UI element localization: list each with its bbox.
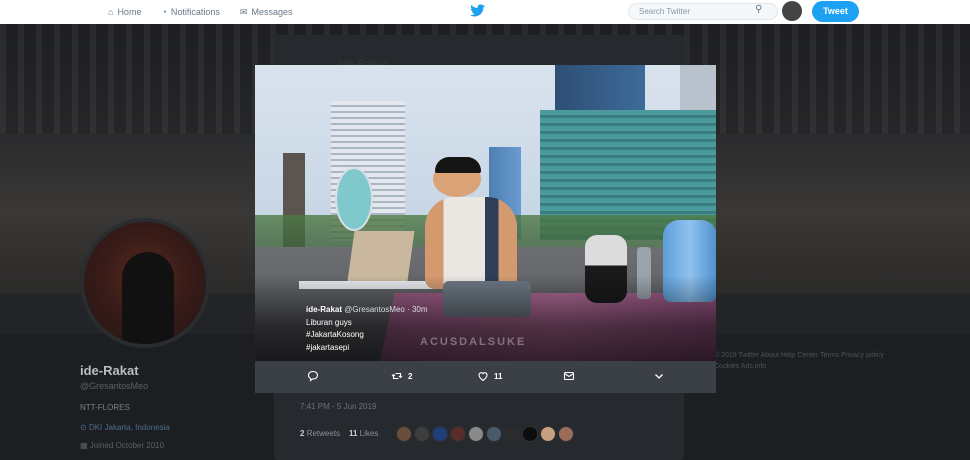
avatar-figure [122, 252, 174, 344]
footer-link[interactable]: Help Center [781, 352, 820, 359]
likes-count[interactable]: 11 [349, 429, 357, 438]
like-count: 11 [494, 371, 503, 381]
likers-avatars [396, 426, 576, 442]
liker-avatar[interactable] [558, 426, 574, 442]
footer-link[interactable]: Privacy policy [841, 352, 884, 359]
retweet-count: 2 [408, 371, 413, 381]
caption-handle[interactable]: @GresantosMeo [344, 305, 405, 314]
retweets-count[interactable]: 2 [300, 429, 304, 438]
profile-name: ide-Rakat [80, 363, 139, 378]
profile-location-text: DKI Jakarta, Indonesia [88, 423, 170, 432]
liker-avatar[interactable] [486, 426, 502, 442]
caption-hashtag[interactable]: #jakartasepi [306, 343, 349, 352]
liker-avatar[interactable] [522, 426, 538, 442]
caption-time[interactable]: · 30m [407, 305, 427, 314]
nav-messages[interactable]: ✉ Messages [240, 7, 293, 18]
liker-avatar[interactable] [504, 426, 520, 442]
search-icon[interactable]: ⚲ [755, 4, 762, 15]
image-laptop [347, 231, 415, 281]
footer-link[interactable]: Cookies [714, 363, 741, 370]
tweet-button[interactable]: Tweet [812, 1, 859, 22]
liker-avatar[interactable] [432, 426, 448, 442]
retweet-icon [391, 372, 403, 380]
profile-avatar[interactable] [80, 218, 210, 348]
nav-notifications[interactable]: ◔ Notifications [161, 7, 219, 17]
tweet-timestamp[interactable]: 7:41 PM - 5 Jun 2019 [300, 402, 377, 411]
profile-joined: ▦ Joined October 2010 [80, 441, 164, 450]
like-button[interactable]: 11 [477, 370, 502, 382]
chevron-down-icon [655, 374, 663, 379]
caption-author: ide-Rakat @GresantosMeo · 30m [306, 305, 428, 314]
account-avatar[interactable] [782, 1, 802, 21]
calendar-icon: ▦ [80, 441, 90, 450]
nav-home[interactable]: ⌂ Home [108, 7, 141, 17]
liker-avatar[interactable] [540, 426, 556, 442]
caption-hashtag[interactable]: #JakartaKosong [306, 330, 364, 339]
tweet-media-image[interactable] [255, 65, 716, 361]
likes-label: Likes [359, 429, 379, 438]
envelope-icon [563, 371, 575, 381]
liker-avatar[interactable] [450, 426, 466, 442]
bell-icon: ◔ [161, 7, 167, 17]
location-icon: ⊙ [80, 423, 89, 432]
home-icon: ⌂ [108, 7, 114, 17]
nav-notifications-label: Notifications [170, 7, 220, 17]
profile-location[interactable]: ⊙ DKI Jakarta, Indonesia [80, 423, 170, 432]
liker-avatar[interactable] [468, 426, 484, 442]
nav-messages-label: Messages [251, 7, 293, 17]
image-person-cap [435, 157, 481, 173]
page: ⌂ Home ◔ Notifications ✉ Messages Search… [0, 0, 970, 460]
close-icon: ✕ [944, 1, 962, 23]
retweets-label: Retweets [306, 429, 341, 438]
liker-avatar[interactable] [396, 426, 412, 442]
footer-links: © 2019 Twitter About Help Center Terms P… [714, 350, 884, 372]
reply-icon [307, 370, 319, 382]
direct-message-button[interactable] [563, 370, 575, 382]
tweet-stats: 2 Retweets 11 Likes [300, 429, 378, 438]
twitter-bird-icon[interactable] [470, 4, 486, 18]
profile-bio: NTT-FLORES [80, 403, 130, 412]
caption-name[interactable]: ide-Rakat [306, 305, 342, 314]
close-modal-button[interactable]: ✕ [942, 1, 964, 23]
heart-icon [478, 372, 488, 382]
profile-joined-text: Joined October 2010 [89, 441, 165, 450]
reply-button[interactable] [307, 370, 319, 382]
top-navigation: ⌂ Home ◔ Notifications ✉ Messages Search… [0, 0, 970, 24]
media-action-bar: 2 11 [255, 361, 716, 393]
profile-handle: @GresantosMeo [80, 381, 149, 391]
footer-link[interactable]: © 2019 Twitter [714, 352, 761, 359]
more-button[interactable] [653, 370, 665, 382]
footer-link[interactable]: Terms [820, 352, 841, 359]
footer-link[interactable]: About [761, 352, 781, 359]
image-watermark: ACUSDALSUKE [420, 336, 527, 348]
nav-home-label: Home [117, 7, 142, 17]
footer-link[interactable]: Ads info [741, 363, 766, 370]
image-tower-right [680, 65, 716, 110]
liker-avatar[interactable] [414, 426, 430, 442]
envelope-icon: ✉ [239, 6, 248, 17]
caption-text-line: Liburan guys [306, 318, 352, 327]
image-fan [335, 167, 373, 231]
retweet-button[interactable]: 2 [391, 370, 412, 382]
